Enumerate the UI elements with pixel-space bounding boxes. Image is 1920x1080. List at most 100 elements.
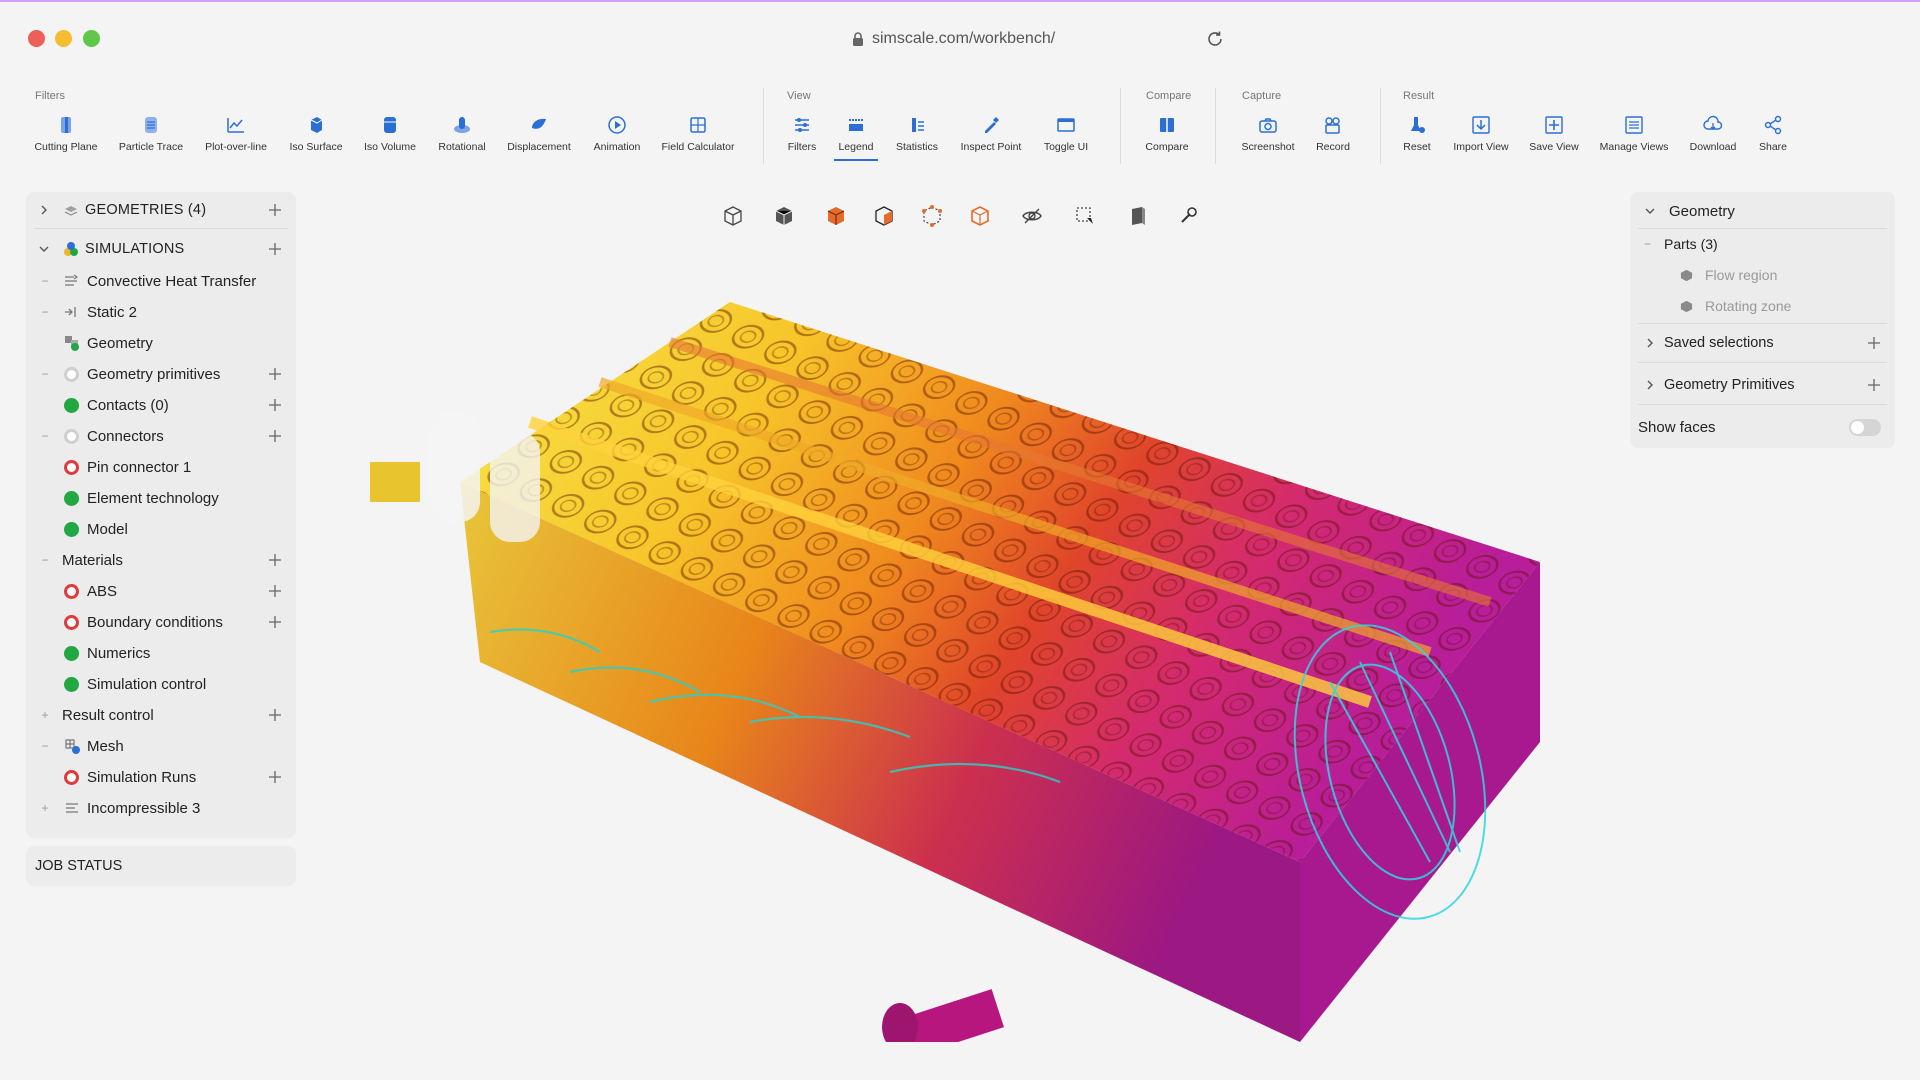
tree-item-boundary-conditions[interactable]: Boundary conditions: [26, 607, 296, 637]
collapse-marker: −: [41, 429, 49, 443]
chevron-down-icon[interactable]: [1644, 205, 1656, 217]
part-flow-region[interactable]: Flow region: [1630, 261, 1895, 289]
part-rotating-zone[interactable]: Rotating zone: [1630, 292, 1895, 320]
statistics-tool[interactable]: Statistics: [875, 114, 959, 153]
compare-tool[interactable]: Compare: [1125, 114, 1209, 153]
group-label-view: View: [787, 90, 811, 102]
tree-item-geometry[interactable]: Geometry: [26, 328, 296, 358]
tree-item-abs[interactable]: ABS: [26, 576, 296, 606]
group-label-filters: Filters: [35, 90, 65, 102]
wireframe-cube-icon[interactable]: [721, 204, 745, 228]
add-material-button[interactable]: [268, 553, 282, 567]
select-volume-icon[interactable]: [824, 204, 848, 228]
simulations-section[interactable]: SIMULATIONS: [26, 234, 296, 264]
select-vertex-icon[interactable]: [920, 204, 944, 228]
plot-over-line-tool[interactable]: Plot-over-line: [194, 114, 278, 153]
part-icon: [1680, 269, 1693, 281]
record-tool[interactable]: Record: [1291, 114, 1375, 153]
section-view-icon[interactable]: [1126, 204, 1150, 228]
address-bar[interactable]: simscale.com/workbench/: [852, 28, 1055, 50]
solid-cube-icon[interactable]: [772, 204, 796, 228]
chevron-right-icon[interactable]: [38, 204, 50, 216]
show-faces-toggle[interactable]: [1849, 418, 1881, 436]
share-tool[interactable]: Share: [1731, 114, 1815, 153]
saved-selections-section[interactable]: Saved selections: [1630, 328, 1895, 358]
add-saved-selection-button[interactable]: [1867, 336, 1881, 350]
tree-item-geometry-primitives[interactable]: − Geometry primitives: [26, 359, 296, 389]
import-view-tool[interactable]: Import View: [1439, 114, 1523, 153]
rotational-tool[interactable]: Rotational: [420, 114, 504, 153]
maximize-window-button[interactable]: [83, 30, 100, 47]
add-simulation-run-button[interactable]: [268, 770, 282, 784]
tree-item-static-2[interactable]: − Static 2: [26, 297, 296, 327]
iso-volume-icon: [384, 117, 396, 133]
displacement-tool[interactable]: Displacement: [497, 114, 581, 153]
particle-trace-tool[interactable]: Particle Trace: [109, 114, 193, 153]
incompressible-icon: [66, 803, 78, 813]
tree-item-result-control[interactable]: + Result control: [26, 700, 296, 730]
add-geometry-primitive-button[interactable]: [268, 367, 282, 381]
rotational-icon: [454, 117, 470, 133]
group-label-capture: Capture: [1242, 90, 1282, 102]
show-faces-row: Show faces: [1630, 412, 1895, 442]
divider: [34, 228, 288, 229]
add-connector-button[interactable]: [268, 429, 282, 443]
hide-icon[interactable]: [1020, 204, 1044, 228]
tree-item-element-technology[interactable]: Element technology: [26, 483, 296, 513]
status-error-icon: [64, 769, 79, 785]
field-calculator-tool[interactable]: Field Calculator: [656, 114, 740, 153]
animation-tool[interactable]: Animation: [575, 114, 659, 153]
chevron-right-icon[interactable]: [1644, 337, 1656, 349]
geometry-header[interactable]: Geometry: [1630, 196, 1895, 226]
job-status-panel[interactable]: JOB STATUS: [26, 846, 296, 886]
inspect-point-tool[interactable]: Inspect Point: [949, 114, 1033, 153]
add-result-control-button[interactable]: [268, 708, 282, 722]
reset-icon: [1411, 117, 1425, 133]
parts-item[interactable]: − Parts (3): [1630, 230, 1895, 258]
iso-surface-icon: [310, 117, 323, 133]
tree-item-incompressible-3[interactable]: + Incompressible 3: [26, 793, 296, 823]
minimize-window-button[interactable]: [55, 30, 72, 47]
reload-icon[interactable]: [1204, 28, 1226, 50]
manage-views-tool[interactable]: Manage Views: [1592, 114, 1676, 153]
tree-item-materials[interactable]: − Materials: [26, 545, 296, 575]
group-label-compare: Compare: [1146, 90, 1192, 102]
chevron-right-icon[interactable]: [1644, 379, 1656, 391]
chevron-down-icon[interactable]: [38, 243, 50, 255]
select-face-icon[interactable]: [872, 204, 896, 228]
add-abs-button[interactable]: [268, 584, 282, 598]
toggle-ui-tool[interactable]: Toggle UI: [1024, 114, 1108, 153]
cutting-plane-tool[interactable]: Cutting Plane: [24, 114, 108, 153]
tree-item-model[interactable]: Model: [26, 514, 296, 544]
close-window-button[interactable]: [28, 30, 45, 47]
geometry-primitives-section[interactable]: Geometry Primitives: [1630, 370, 1895, 400]
status-ok-icon: [64, 676, 79, 692]
compare-icon: [1160, 118, 1174, 132]
lock-icon: [853, 31, 863, 46]
geometries-section[interactable]: GEOMETRIES (4): [26, 195, 296, 225]
expand-marker: +: [41, 708, 49, 722]
legend-icon: [849, 119, 863, 131]
tree-item-numerics[interactable]: Numerics: [26, 638, 296, 668]
tree-item-simulation-control[interactable]: Simulation control: [26, 669, 296, 699]
box-select-icon[interactable]: [1073, 204, 1097, 228]
tree-item-convective-heat-transfer[interactable]: − Convective Heat Transfer: [26, 266, 296, 296]
tree-item-connectors[interactable]: − Connectors: [26, 421, 296, 451]
tool-settings-icon[interactable]: [1176, 204, 1200, 228]
add-contact-button[interactable]: [268, 398, 282, 412]
add-geometry-button[interactable]: [268, 203, 282, 217]
statistics-icon: [912, 118, 924, 132]
select-edge-icon[interactable]: [968, 204, 992, 228]
add-simulation-button[interactable]: [268, 242, 282, 256]
save-view-tool[interactable]: Save View: [1512, 114, 1596, 153]
tree-item-pin-connector[interactable]: Pin connector 1: [26, 452, 296, 482]
add-geometry-primitive-button[interactable]: [1867, 378, 1881, 392]
tree-item-mesh[interactable]: − Mesh: [26, 731, 296, 761]
add-boundary-condition-button[interactable]: [268, 615, 282, 629]
cutting-plane-icon: [61, 117, 71, 133]
tree-item-contacts[interactable]: Contacts (0): [26, 390, 296, 420]
iso-surface-tool[interactable]: Iso Surface: [274, 114, 358, 153]
line-chart-icon: [227, 118, 244, 133]
simulation-result-3d-model[interactable]: [370, 302, 1560, 1042]
tree-item-simulation-runs[interactable]: Simulation Runs: [26, 762, 296, 792]
